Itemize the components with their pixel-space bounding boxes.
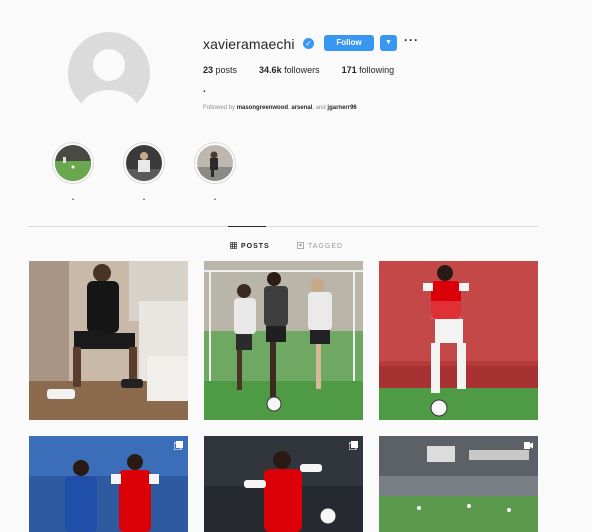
highlight-thumbnail [55, 145, 91, 181]
post-thumbnail[interactable] [29, 436, 188, 532]
followers-label: followers [284, 65, 320, 75]
post-thumbnail[interactable] [29, 261, 188, 420]
followed-by-text[interactable]: Followed by masongreenwood, arsenal, and… [203, 105, 357, 111]
highlight-thumbnail [197, 145, 233, 181]
profile-stats: 23 posts 34.6k followers 171 following [203, 65, 416, 75]
post-thumbnail[interactable] [379, 436, 538, 532]
following-label: following [359, 65, 395, 75]
tab-tagged-label: TAGGED [308, 243, 344, 250]
post-thumbnail[interactable] [379, 261, 538, 420]
profile-username: xavieramaechi [203, 36, 295, 52]
tagged-icon [297, 242, 304, 251]
posts-count: 23 [203, 65, 214, 75]
story-highlight[interactable] [52, 142, 94, 184]
carousel-icon [349, 441, 358, 450]
highlight-label: . [142, 193, 146, 202]
carousel-icon [174, 441, 183, 450]
suggestions-dropdown-button[interactable]: ▼ [380, 35, 397, 51]
active-tab-indicator [228, 226, 266, 227]
story-highlight[interactable] [123, 142, 165, 184]
profile-bio: . [203, 84, 206, 95]
avatar-placeholder-body [80, 90, 138, 114]
following-stat[interactable]: 171 following [342, 65, 395, 75]
followed-by-prefix: Followed by [203, 105, 237, 111]
followed-by-user: arsenal [291, 105, 313, 111]
highlight-label: . [71, 193, 75, 202]
followed-by-separator: , and [312, 105, 328, 111]
profile-avatar[interactable] [68, 32, 150, 114]
following-count: 171 [341, 65, 357, 75]
tab-posts[interactable]: POSTS [229, 241, 270, 251]
highlight-thumbnail [126, 145, 162, 181]
followed-by-user: masongreenwood [236, 105, 289, 111]
tabs-divider [28, 226, 538, 227]
post-thumbnail[interactable] [204, 261, 363, 420]
verified-badge-icon: ✓ [303, 38, 314, 49]
story-highlight[interactable] [194, 142, 236, 184]
posts-label: posts [215, 65, 238, 75]
video-icon [524, 441, 533, 450]
followers-count: 34.6k [259, 65, 282, 75]
follow-button[interactable]: Follow [324, 35, 374, 51]
tab-tagged[interactable]: TAGGED [297, 242, 343, 251]
tab-posts-label: POSTS [241, 243, 270, 250]
highlight-label: . [213, 193, 217, 202]
avatar-placeholder-head [93, 49, 125, 81]
post-thumbnail[interactable] [204, 436, 363, 532]
followers-stat[interactable]: 34.6k followers [259, 65, 320, 75]
posts-stat: 23 posts [203, 65, 237, 75]
followed-by-user: jgarnerr96 [327, 105, 357, 111]
more-options-icon[interactable]: ··· [404, 33, 419, 47]
grid-icon [229, 241, 238, 251]
